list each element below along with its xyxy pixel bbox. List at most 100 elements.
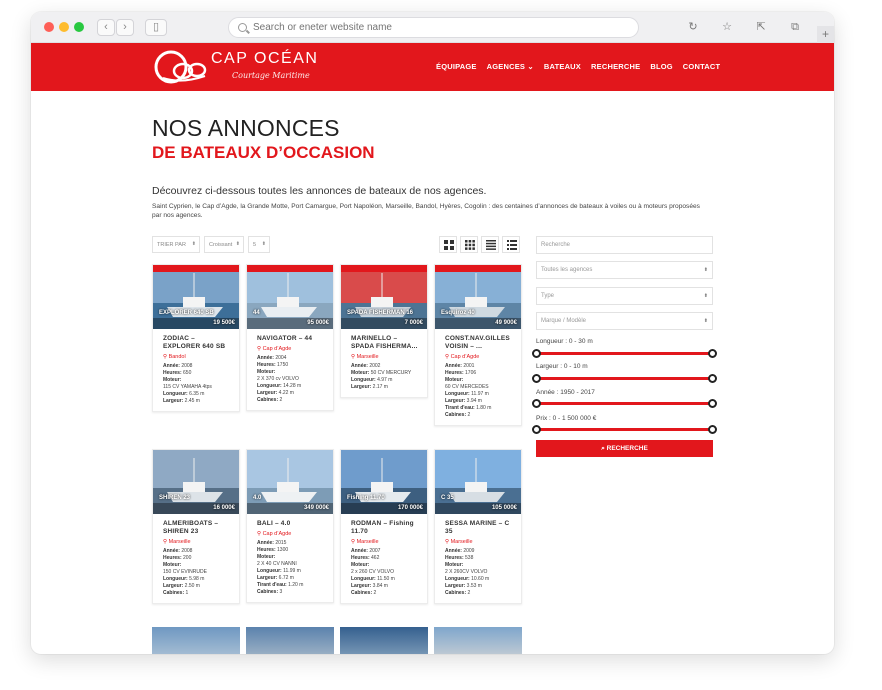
grid-large-icon <box>444 240 454 250</box>
listing-spec: Largeur: 2.50 m <box>163 583 231 590</box>
listing-image[interactable]: Esquiroz 40 49 900€ <box>435 265 521 329</box>
listing-spec: Heures: 1300 <box>257 547 325 554</box>
listing-card[interactable]: SPADA FISHERMAN 16 7 000€ MARINELLO – SPAD… <box>340 264 428 398</box>
slider-min-handle[interactable] <box>532 425 541 434</box>
listing-image[interactable]: 44 95 000€ <box>247 265 333 329</box>
spec-value: 6.35 m <box>189 391 205 397</box>
listing-card[interactable]: Fishing 11.70 170 000€ RODMAN – Fishing 11… <box>340 449 428 604</box>
per-page-select[interactable]: 5 ⬍ <box>248 236 270 253</box>
listing-image[interactable]: EXPLORER 640 SB 19 500€ <box>153 265 239 329</box>
listing-image[interactable]: Fishing 11.70 170 000€ <box>341 450 427 514</box>
listing-image[interactable]: SHIREN 23 16 000€ <box>153 450 239 514</box>
chevron-right-icon[interactable]: › <box>116 19 134 36</box>
menu-item-recherche[interactable]: RECHERCHE <box>591 62 640 71</box>
address-bar[interactable] <box>228 17 639 38</box>
listing-card[interactable]: 4.0 349 000€ BALI – 4.0 ⚲ Cap d’Agde Année: … <box>246 449 334 603</box>
search-button[interactable]: ⌕ RECHERCHE <box>536 440 713 457</box>
logo-icon[interactable] <box>153 48 209 86</box>
sidebar-toggle-icon[interactable]: ▯ <box>145 19 167 36</box>
listing-spec: Cabines: 3 <box>257 589 325 596</box>
listing-image[interactable] <box>152 627 240 654</box>
listing-title[interactable]: RODMAN – Fishing 11.70 <box>351 520 419 536</box>
view-grid-large-button[interactable] <box>439 236 457 253</box>
menu-item-contact[interactable]: CONTACT <box>683 62 721 71</box>
listing-card[interactable]: Esquiroz 40 49 900€ CONST.NAV.GILLES VOISI… <box>434 264 522 426</box>
length-range-slider[interactable] <box>532 349 717 358</box>
address-input[interactable] <box>253 20 623 35</box>
menu-item-bateaux[interactable]: BATEAUX <box>544 62 581 71</box>
listing-image[interactable]: C 35 105 000€ <box>435 450 521 514</box>
listing-spec: Tirant d'eau: 1.20 m <box>257 582 325 589</box>
menu-item-agences[interactable]: AGENCES ⌄ <box>487 62 534 71</box>
slider-min-handle[interactable] <box>532 374 541 383</box>
menu-item-equipage[interactable]: ÉQUIPAGE <box>436 62 477 71</box>
sidebar-search-input[interactable]: Recherche <box>536 236 713 254</box>
spec-value: 2004 <box>275 355 287 361</box>
slider-max-handle[interactable] <box>708 399 717 408</box>
listing-card[interactable]: SHIREN 23 16 000€ ALMERIBOATS – SHIREN 23 ⚲… <box>152 449 240 604</box>
listing-spec: Longueur: 11.50 m <box>351 576 419 583</box>
listing-location: ⚲ Cap d’Agde <box>257 346 325 352</box>
tabs-icon[interactable]: ⧉ <box>787 19 803 35</box>
chevron-left-icon[interactable]: ‹ <box>97 19 115 36</box>
year-range-slider[interactable] <box>532 399 717 408</box>
listing-image[interactable] <box>434 627 522 654</box>
listing-ribbon <box>435 265 521 272</box>
listing-card[interactable]: C 35 105 000€ SESSA MARINE – C 35 ⚲ Marseil… <box>434 449 522 604</box>
slider-max-handle[interactable] <box>708 349 717 358</box>
spec-label: Cabines: <box>351 590 373 596</box>
listing-card[interactable]: 44 95 000€ NAVIGATOR – 44 ⚲ Cap d’Agde Année… <box>246 264 334 411</box>
slider-min-handle[interactable] <box>532 399 541 408</box>
maximize-window-button[interactable] <box>74 22 84 32</box>
spec-label: Cabines: <box>445 590 467 596</box>
close-window-button[interactable] <box>44 22 54 32</box>
spec-value: 10.60 m <box>471 576 490 582</box>
listing-spec: Moteur: <box>351 562 419 569</box>
listing-price: 170 000€ <box>397 505 423 511</box>
slider-max-handle[interactable] <box>708 425 717 434</box>
logo-title[interactable]: CAP OCÉAN <box>211 50 318 68</box>
listing-spec: Heures: 1750 <box>257 362 325 369</box>
type-select[interactable]: Type ⬍ <box>536 287 713 305</box>
listing-title[interactable]: SESSA MARINE – C 35 <box>445 520 513 536</box>
listing-image[interactable] <box>246 627 334 654</box>
slider-min-handle[interactable] <box>532 349 541 358</box>
listing-image[interactable] <box>340 627 428 654</box>
search-icon <box>238 23 247 32</box>
listing-spec: 115 CV YAMAHA 4tps <box>163 384 231 391</box>
spec-label: Cabines: <box>445 412 467 418</box>
listing-title[interactable]: BALI – 4.0 <box>257 520 325 528</box>
listing-title[interactable]: ALMERIBOATS – SHIREN 23 <box>163 520 231 536</box>
listing-image[interactable]: SPADA FISHERMAN 16 7 000€ <box>341 265 427 329</box>
listing-title[interactable]: NAVIGATOR – 44 <box>257 335 325 343</box>
view-list-button[interactable] <box>481 236 499 253</box>
brand-model-select[interactable]: Marque / Modèle ⬍ <box>536 312 713 330</box>
spec-value: 2 <box>467 412 471 418</box>
price-range-slider[interactable] <box>532 425 717 434</box>
width-range-slider[interactable] <box>532 374 717 383</box>
sort-by-select[interactable]: TRIER PAR ⬍ <box>152 236 200 253</box>
listing-card[interactable]: EXPLORER 640 SB 19 500€ ZODIAC – EXPLORER … <box>152 264 240 412</box>
listing-image[interactable]: 4.0 349 000€ <box>247 450 333 514</box>
listing-spec: Cabines: 2 <box>351 590 419 597</box>
spec-value: 4.97 m <box>377 377 393 383</box>
reload-icon[interactable]: ↻ <box>685 19 701 35</box>
minimize-window-button[interactable] <box>59 22 69 32</box>
star-icon[interactable]: ☆ <box>719 19 735 35</box>
listing-spec: Largeur: 2.17 m <box>351 384 419 391</box>
menu-item-blog[interactable]: BLOG <box>650 62 672 71</box>
listing-title[interactable]: MARINELLO – SPADA FISHERMA... <box>351 335 419 351</box>
listing-location-text: Marseille <box>450 539 473 545</box>
listing-overlay-name: 4.0 <box>253 495 262 501</box>
spec-label: Heures: <box>445 555 464 561</box>
listing-title[interactable]: CONST.NAV.GILLES VOISIN – ... <box>445 335 513 351</box>
spec-label: Largeur: <box>257 575 278 581</box>
slider-max-handle[interactable] <box>708 374 717 383</box>
view-grid-small-button[interactable] <box>460 236 478 253</box>
new-tab-button[interactable]: + <box>817 26 834 43</box>
order-select[interactable]: Croissant ⬍ <box>204 236 244 253</box>
agencies-select[interactable]: Toutes les agences ⬍ <box>536 261 713 279</box>
view-detail-list-button[interactable] <box>502 236 520 253</box>
listing-title[interactable]: ZODIAC – EXPLORER 640 SB <box>163 335 231 351</box>
share-icon[interactable]: ⇱ <box>753 19 769 35</box>
